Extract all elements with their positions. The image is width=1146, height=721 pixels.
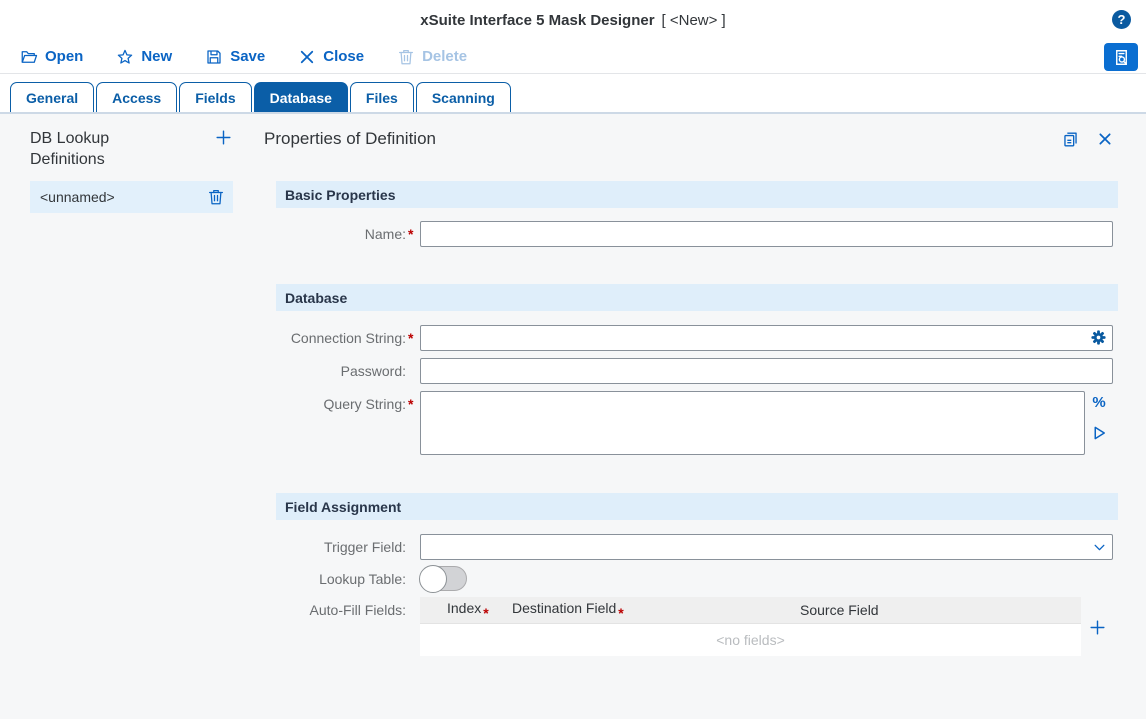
required-marker: * (481, 600, 491, 621)
tab-fields-label: Fields (195, 90, 235, 106)
add-definition-button[interactable] (214, 128, 233, 147)
trigger-field-select[interactable] (420, 534, 1113, 560)
window-title-state: [ <New> ] (662, 12, 726, 29)
plus-icon (214, 135, 233, 150)
document-search-icon (1112, 48, 1131, 67)
open-label: Open (45, 48, 83, 65)
close-panel-button[interactable] (1097, 131, 1113, 147)
required-marker: * (406, 226, 420, 242)
plus-icon (1088, 625, 1107, 640)
column-source-label: Source Field (800, 602, 879, 618)
connection-settings-button[interactable] (1090, 329, 1107, 346)
trigger-field-label: Trigger Field: (276, 539, 406, 555)
tab-database-label: Database (270, 90, 332, 106)
delete-definition-button[interactable] (207, 188, 225, 206)
content-area: DB Lookup Definitions <unnamed> Properti… (0, 114, 1146, 719)
section-basic-title: Basic Properties (285, 187, 396, 203)
new-label: New (141, 48, 172, 65)
lookup-table-toggle[interactable] (420, 566, 467, 591)
open-button[interactable]: Open (20, 48, 83, 66)
close-button[interactable]: Close (298, 48, 364, 66)
auto-fill-table-header: Index * Destination Field * Source Field (420, 597, 1081, 624)
close-label: Close (323, 48, 364, 65)
save-button[interactable]: Save (205, 48, 265, 66)
help-glyph: ? (1118, 12, 1126, 27)
tab-files[interactable]: Files (350, 82, 414, 112)
new-button[interactable]: New (116, 48, 172, 66)
copy-icon (1061, 137, 1080, 152)
run-query-button[interactable] (1090, 424, 1108, 442)
floppy-icon (205, 48, 223, 66)
tab-general-label: General (26, 90, 78, 106)
tab-database[interactable]: Database (254, 82, 348, 112)
password-input[interactable] (420, 358, 1113, 384)
password-label: Password: (276, 363, 406, 379)
trash-icon (207, 194, 225, 209)
gear-icon (1090, 334, 1107, 349)
trash-icon (397, 48, 415, 66)
auto-fill-fields-label: Auto-Fill Fields: (276, 597, 406, 618)
tab-strip: General Access Fields Database Files Sca… (0, 74, 1146, 114)
panel-title: Properties of Definition (264, 129, 1061, 149)
delete-label: Delete (422, 48, 467, 65)
auto-fill-table: Index * Destination Field * Source Field (420, 597, 1081, 656)
toolbar: Open New Save Close Delete (0, 40, 1146, 74)
column-destination-label: Destination Field (512, 600, 616, 621)
titlebar: xSuite Interface 5 Mask Designer [ <New>… (0, 0, 1146, 40)
tab-scanning[interactable]: Scanning (416, 82, 511, 112)
query-string-label: Query String: (276, 391, 406, 412)
auto-fill-empty-row: <no fields> (420, 624, 1081, 656)
name-label: Name: (276, 226, 406, 242)
section-database-title: Database (285, 290, 347, 306)
connection-string-label: Connection String: (276, 330, 406, 346)
tab-fields[interactable]: Fields (179, 82, 251, 112)
required-marker: * (406, 391, 420, 412)
query-string-textarea[interactable] (420, 391, 1085, 455)
insert-placeholder-button[interactable]: % (1092, 394, 1105, 411)
close-icon (1097, 135, 1113, 150)
open-folder-icon (20, 48, 38, 66)
connection-string-input[interactable] (420, 325, 1113, 351)
save-label: Save (230, 48, 265, 65)
window-title: xSuite Interface 5 Mask Designer (420, 12, 654, 29)
column-index-label: Index (447, 600, 481, 621)
definition-list-item[interactable]: <unnamed> (30, 181, 233, 213)
add-auto-fill-field-button[interactable] (1088, 599, 1107, 656)
star-icon (116, 48, 134, 66)
x-icon (298, 48, 316, 66)
tab-files-label: Files (366, 90, 398, 106)
help-icon[interactable]: ? (1112, 10, 1131, 29)
duplicate-definition-button[interactable] (1061, 130, 1080, 149)
toggle-knob (419, 565, 447, 593)
required-marker: * (616, 600, 626, 621)
sidebar-title: DB Lookup Definitions (30, 128, 150, 170)
section-field-assignment: Field Assignment (276, 493, 1118, 520)
chevron-down-icon[interactable] (1092, 541, 1107, 554)
lookup-table-label: Lookup Table: (276, 571, 406, 587)
db-lookup-sidebar: DB Lookup Definitions <unnamed> (0, 114, 250, 719)
section-basic-properties: Basic Properties (276, 181, 1118, 208)
spacer (406, 597, 420, 602)
play-icon (1090, 430, 1108, 445)
section-database: Database (276, 284, 1118, 311)
tab-access[interactable]: Access (96, 82, 177, 112)
tab-access-label: Access (112, 90, 161, 106)
definition-name: <unnamed> (40, 189, 207, 205)
section-field-assignment-title: Field Assignment (285, 499, 401, 515)
name-input[interactable] (420, 221, 1113, 247)
document-search-button[interactable] (1104, 43, 1138, 71)
tab-scanning-label: Scanning (432, 90, 495, 106)
properties-panel: Properties of Definition (250, 114, 1146, 719)
tab-general[interactable]: General (10, 82, 94, 112)
required-marker: * (406, 330, 420, 346)
delete-button[interactable]: Delete (397, 48, 467, 66)
